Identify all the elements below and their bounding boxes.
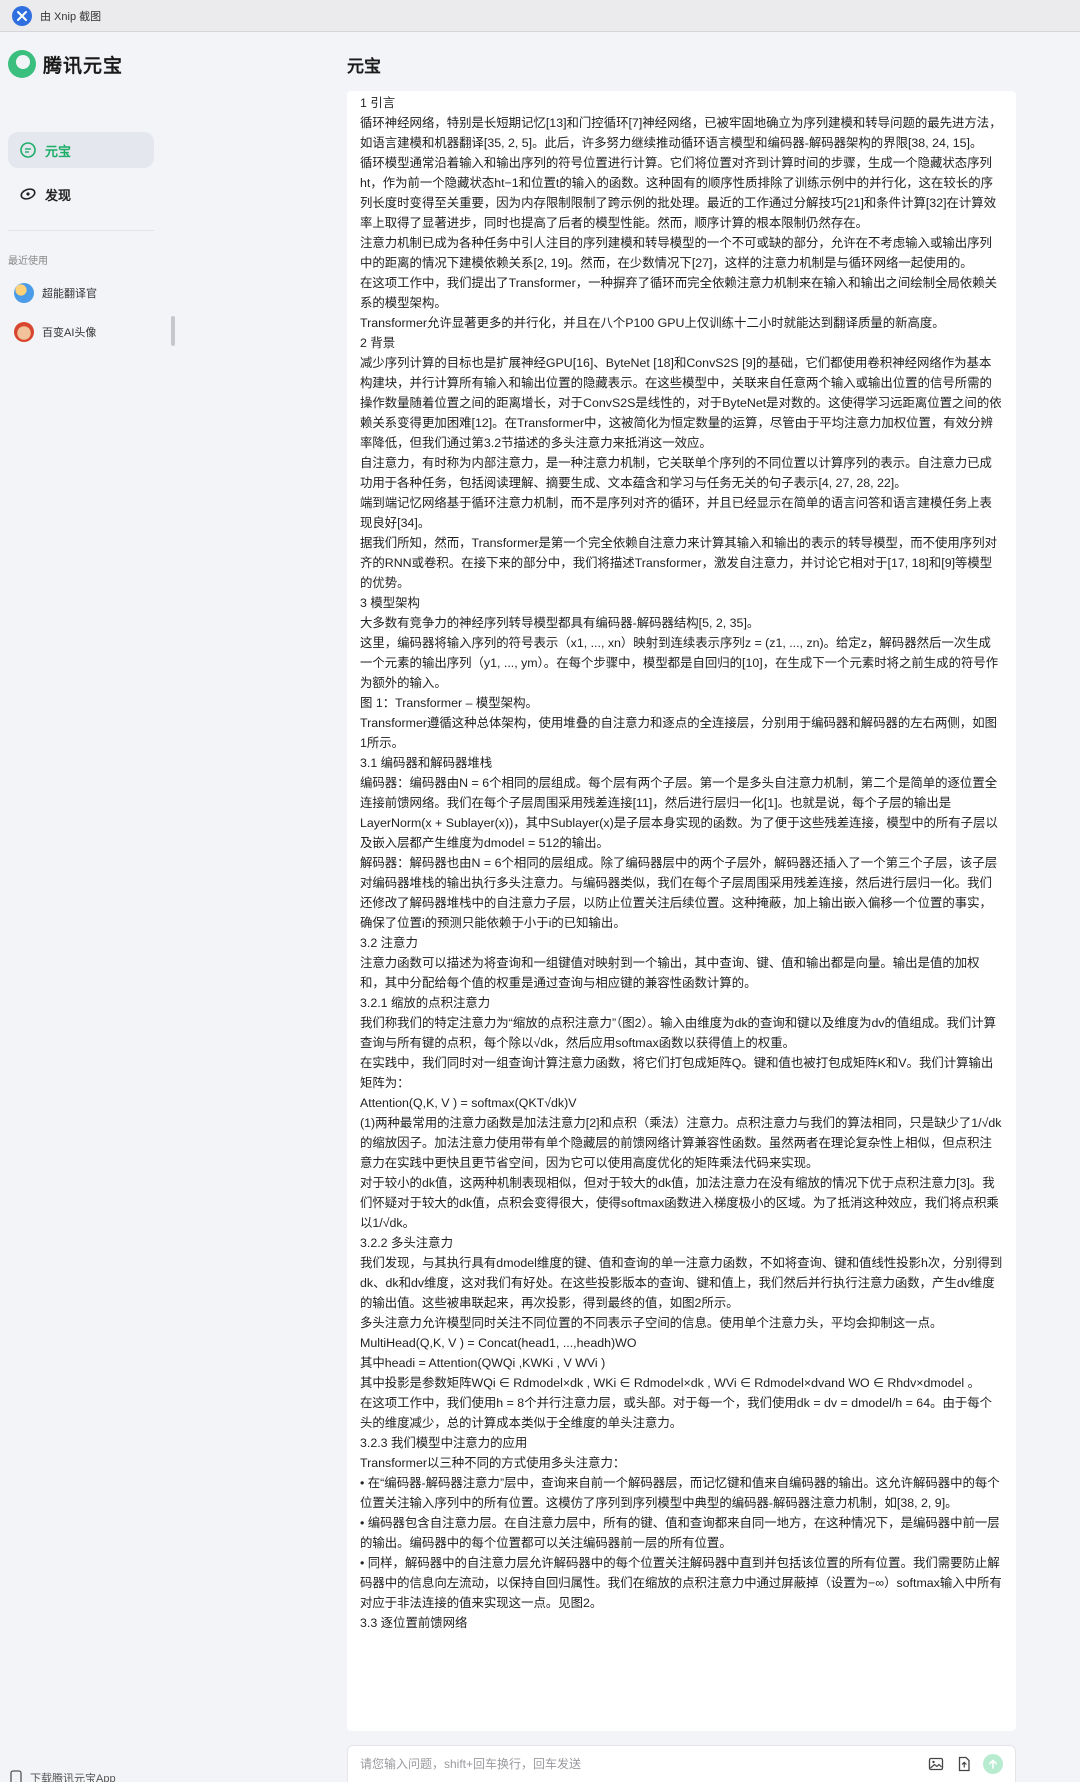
message-content: 1 引言 循环神经网络，特别是长短期记忆[13]和门控循环[7]神经网络，已被牢… — [347, 91, 1016, 1731]
window-titlebar: 由 Xnip 截图 — [0, 0, 1080, 32]
chat-bubble-icon — [19, 141, 37, 159]
paragraph: 循环神经网络，特别是长短期记忆[13]和门控循环[7]神经网络，已被牢固地确立为… — [360, 116, 1002, 150]
paragraph: 循环模型通常沿着输入和输出序列的符号位置进行计算。它们将位置对齐到计算时间的步骤… — [360, 156, 997, 230]
paragraph: 自注意力，有时称为内部注意力，是一种注意力机制，它关联单个序列的不同位置以计算序… — [360, 456, 992, 490]
paragraph: 对于较小的dk值，这两种机制表现相似，但对于较大的dk值，加法注意力在没有缩放的… — [360, 1176, 999, 1230]
recent-item-label: 超能翻译官 — [42, 288, 97, 300]
brand-name: 腾讯元宝 — [43, 55, 124, 77]
chat-input[interactable] — [360, 1757, 917, 1771]
paragraph: 大多数有竞争力的神经序列转导模型都具有编码器-解码器结构[5, 2, 35]。 — [360, 616, 760, 630]
paragraph: (1)两种最常用的注意力函数是加法注意力[2]和点积（乘法）注意力。点积注意力与… — [360, 1116, 1002, 1170]
paragraph: 其中headi = Attention(QWQi ,KWKi , V WVi ) — [360, 1356, 606, 1370]
sidebar: 腾讯元宝 元宝 发现 最近使用 超能翻译官 百变AI头像 下载腾讯元宝App — [0, 32, 165, 1782]
paragraph: 我们称我们的特定注意力为“缩放的点积注意力”（图2）。输入由维度为dk的查询和键… — [360, 1016, 997, 1050]
nav-item-yuanbao[interactable]: 元宝 — [8, 132, 154, 168]
discover-icon — [19, 185, 37, 203]
paragraph: Transformer遵循这种总体架构，使用堆叠的自注意力和逐点的全连接层，分别… — [360, 716, 997, 750]
send-button[interactable] — [983, 1754, 1003, 1774]
paragraph: Attention(Q,K, V ) = softmax(QKT√dk)V — [360, 1096, 577, 1110]
paragraph: • 在“编码器-解码器注意力”层中，查询来自前一个解码器层，而记忆键和值来自编码… — [360, 1476, 1000, 1510]
paragraph: 3 模型架构 — [360, 596, 420, 610]
file-upload-icon[interactable] — [955, 1755, 973, 1773]
paragraph: 其中投影是参数矩阵WQi ∈ Rdmodel×dk , WKi ∈ Rdmode… — [360, 1376, 980, 1390]
paragraph: 3.3 逐位置前馈网络 — [360, 1616, 468, 1630]
recent-item-ai-avatar[interactable]: 百变AI头像 — [14, 322, 96, 342]
paragraph: 3.2.2 多头注意力 — [360, 1236, 453, 1250]
sidebar-resize-handle[interactable] — [171, 316, 175, 346]
paragraph: 这里，编码器将输入序列的符号表示（x1, ..., xn）映射到连续表示序列z … — [360, 636, 999, 690]
paragraph: 解码器：解码器也由N = 6个相同的层组成。除了编码器层中的两个子层外，解码器还… — [360, 856, 998, 930]
recent-item-translator[interactable]: 超能翻译官 — [14, 283, 97, 303]
paragraph: 编码器：编码器由N = 6个相同的层组成。每个层有两个子层。第一个是多头自注意力… — [360, 776, 998, 850]
paragraph: 注意力机制已成为各种任务中引人注目的序列建模和转导模型的一个不可或缺的部分，允许… — [360, 236, 992, 270]
send-arrow-icon — [989, 1759, 997, 1769]
nav-item-label: 元宝 — [45, 143, 72, 159]
recent-section-title: 最近使用 — [8, 256, 48, 267]
window-title: 由 Xnip 截图 — [40, 10, 102, 23]
paragraph: 图 1：Transformer – 模型架构。 — [360, 696, 538, 710]
paragraph: 据我们所知，然而，Transformer是第一个完全依赖自注意力来计算其输入和输… — [360, 536, 997, 590]
brand-logo[interactable]: 腾讯元宝 — [8, 50, 123, 78]
paragraph: • 同样，解码器中的自注意力层允许解码器中的每个位置关注解码器中直到并包括该位置… — [360, 1556, 1002, 1610]
sidebar-divider — [8, 230, 154, 231]
yuanbao-logo-icon — [8, 50, 36, 78]
paragraph: 3.1 编码器和解码器堆栈 — [360, 756, 493, 770]
paragraph: 在这项工作中，我们使用h = 8个并行注意力层，或头部。对于每一个，我们使用dk… — [360, 1396, 993, 1430]
paragraph: 减少序列计算的目标也是扩展神经GPU[16]、ByteNet [18]和Conv… — [360, 356, 1002, 450]
paragraph: 1 引言 — [360, 96, 396, 110]
paragraph: 在这项工作中，我们提出了Transformer，一种摒弃了循环而完全依赖注意力机… — [360, 276, 997, 310]
recent-item-label: 百变AI头像 — [42, 327, 97, 339]
paragraph: 注意力函数可以描述为将查询和一组键值对映射到一个输出，其中查询、键、值和输出都是… — [360, 956, 980, 990]
paragraph: Transformer以三种不同的方式使用多头注意力： — [360, 1456, 626, 1470]
nav-item-discover[interactable]: 发现 — [8, 176, 154, 212]
xnip-app-icon — [12, 5, 32, 26]
image-upload-icon[interactable] — [927, 1755, 945, 1773]
paragraph: Transformer允许显著更多的并行化，并且在八个P100 GPU上仅训练十… — [360, 316, 945, 330]
paragraph: 端到端记忆网络基于循环注意力机制，而不是序列对齐的循环，并且已经显示在简单的语言… — [360, 496, 992, 530]
paragraph: 我们发现，与其执行具有dmodel维度的键、值和查询的单一注意力函数，不如将查询… — [360, 1256, 1003, 1310]
download-app-link[interactable]: 下载腾讯元宝App — [10, 1770, 116, 1782]
paragraph: 3.2.3 我们模型中注意力的应用 — [360, 1436, 528, 1450]
paragraph: • 编码器包含自注意力层。在自注意力层中，所有的键、值和查询都来自同一地方，在这… — [360, 1516, 1000, 1550]
phone-icon — [10, 1770, 22, 1782]
paragraph: 3.2 注意力 — [360, 936, 418, 950]
download-app-label: 下载腾讯元宝App — [30, 1773, 116, 1782]
paragraph: 3.2.1 缩放的点积注意力 — [360, 996, 491, 1010]
paragraph: 2 背景 — [360, 336, 396, 350]
page-title: 元宝 — [347, 57, 381, 76]
ai-avatar-icon — [14, 322, 34, 342]
paragraph: MultiHead(Q,K, V ) = Concat(head1, ...,h… — [360, 1336, 637, 1350]
paragraph: 多头注意力允许模型同时关注不同位置的不同表示子空间的信息。使用单个注意力头，平均… — [360, 1316, 943, 1330]
paragraph: 在实践中，我们同时对一组查询计算注意力函数，将它们打包成矩阵Q。键和值也被打包成… — [360, 1056, 994, 1090]
translator-avatar-icon — [14, 283, 34, 303]
nav-item-label: 发现 — [45, 187, 72, 203]
chat-input-bar — [347, 1745, 1016, 1782]
